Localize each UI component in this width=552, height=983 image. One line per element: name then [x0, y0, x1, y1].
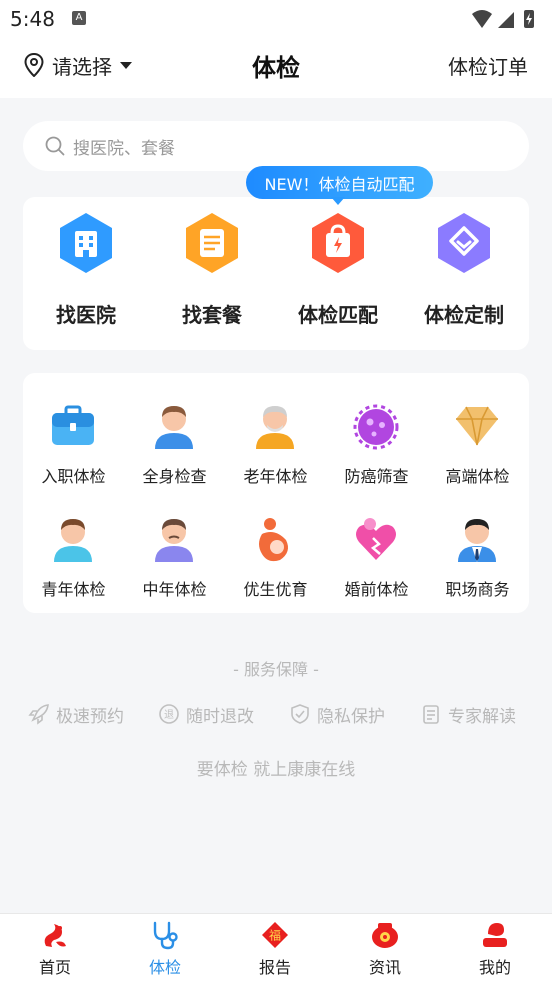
search-bar[interactable]: 搜医院、套餐 — [23, 121, 529, 171]
svg-text:福: 福 — [269, 928, 281, 943]
feature-label: 找医院 — [56, 303, 116, 327]
feature-find-package[interactable]: 找套餐 — [149, 209, 275, 339]
fu-report-icon: 福 — [262, 922, 288, 948]
document-icon — [423, 705, 439, 724]
category-middle-age[interactable]: 中年体检 — [124, 494, 225, 599]
orders-link[interactable]: 体检订单 — [448, 51, 528, 80]
middle-age-avatar-icon — [155, 519, 193, 562]
bubble-pointer — [331, 197, 345, 205]
hospital-icon — [60, 213, 112, 273]
shield-icon — [291, 704, 309, 724]
service-label: 极速预约 — [56, 706, 124, 727]
category-grid: 入职体检 全身检查 老年体检 防癌筛查 高端体检 青年体检 中年体检 优生优育 … — [23, 373, 529, 613]
service-label: 随时退改 — [186, 706, 254, 727]
service-item: 退 随时退改 — [158, 700, 254, 728]
category-maternity[interactable]: 优生优育 — [225, 494, 326, 599]
tab-checkup[interactable]: 体检 — [110, 914, 220, 983]
service-item: 隐私保护 — [289, 700, 385, 728]
feature-label: 找套餐 — [182, 303, 242, 327]
app-header: 请选择 体检 体检订单 — [0, 38, 552, 98]
stethoscope-icon — [153, 921, 178, 950]
category-label: 中年体检 — [142, 580, 207, 599]
tab-home[interactable]: 首页 — [0, 914, 110, 983]
youth-avatar-icon — [54, 519, 92, 562]
tab-label: 我的 — [478, 958, 511, 977]
match-icon — [312, 213, 364, 273]
feature-card: 找医院 找套餐 体检匹配 体检定制 — [23, 197, 529, 350]
service-guarantee-title: - 服务保障 - — [233, 660, 319, 679]
service-label: 专家解读 — [448, 706, 516, 727]
adult-avatar-icon — [155, 406, 193, 449]
category-business[interactable]: 职场商务 — [427, 494, 528, 599]
tab-label: 资讯 — [368, 958, 401, 977]
status-icons — [472, 10, 534, 28]
package-icon — [186, 213, 238, 273]
feature-checkup-match[interactable]: 体检匹配 — [275, 209, 401, 339]
home-logo-icon — [44, 924, 66, 947]
slogan: 要体检 就上康康在线 — [196, 760, 356, 780]
feature-label: 体检匹配 — [298, 303, 378, 327]
tab-label: 报告 — [258, 958, 291, 977]
signal-icon — [498, 12, 514, 28]
rocket-icon — [28, 704, 49, 725]
status-time: 5:48 — [10, 7, 55, 31]
category-label: 全身检查 — [142, 467, 207, 486]
category-label: 防癌筛查 — [344, 467, 409, 486]
category-full-body[interactable]: 全身检查 — [124, 381, 225, 486]
new-feature-bubble[interactable]: NEW！体检自动匹配 — [246, 166, 433, 199]
business-avatar-icon — [458, 519, 496, 562]
service-item: 极速预约 — [28, 700, 124, 728]
category-onboarding[interactable]: 入职体检 — [23, 381, 124, 486]
diamond-icon — [456, 406, 498, 446]
category-elderly[interactable]: 老年体检 — [225, 381, 326, 486]
category-premium[interactable]: 高端体检 — [427, 381, 528, 486]
service-label: 隐私保护 — [317, 706, 385, 727]
feature-find-hospital[interactable]: 找医院 — [23, 209, 149, 339]
tab-report[interactable]: 福 报告 — [220, 914, 330, 983]
wifi-icon — [472, 10, 492, 28]
briefcase-icon — [52, 405, 94, 445]
maternity-icon — [259, 518, 288, 562]
news-icon — [372, 923, 398, 948]
category-label: 婚前体检 — [344, 580, 409, 599]
bottom-tab-bar: 首页 体检 福 报告 资讯 我的 — [0, 913, 552, 983]
tab-label: 体检 — [148, 958, 181, 977]
category-label: 老年体检 — [243, 467, 308, 486]
category-youth[interactable]: 青年体检 — [23, 494, 124, 599]
refund-icon: 退 — [159, 704, 179, 724]
feature-label: 体检定制 — [424, 303, 504, 327]
service-guarantee-list: 极速预约 退 随时退改 隐私保护 专家解读 — [0, 700, 552, 728]
category-label: 青年体检 — [41, 580, 106, 599]
category-premarital[interactable]: 婚前体检 — [326, 494, 427, 599]
tab-label: 首页 — [38, 958, 71, 977]
profile-icon — [483, 923, 507, 947]
category-label: 职场商务 — [445, 580, 510, 599]
service-item: 专家解读 — [420, 700, 516, 728]
category-label: 入职体检 — [41, 467, 106, 486]
custom-icon — [438, 213, 490, 273]
tab-news[interactable]: 资讯 — [330, 914, 440, 983]
svg-text:退: 退 — [164, 709, 174, 721]
search-placeholder: 搜医院、套餐 — [73, 138, 175, 159]
category-cancer-screening[interactable]: 防癌筛查 — [326, 381, 427, 486]
cell-icon — [353, 404, 399, 450]
notification-badge: A — [72, 11, 86, 25]
search-icon — [45, 136, 65, 156]
elder-avatar-icon — [256, 406, 294, 449]
couple-heart-icon — [356, 518, 396, 560]
category-label: 高端体检 — [445, 467, 510, 486]
category-label: 优生优育 — [243, 580, 308, 599]
status-bar: 5:48 A — [0, 0, 552, 38]
feature-custom-checkup[interactable]: 体检定制 — [401, 209, 527, 339]
tab-profile[interactable]: 我的 — [440, 914, 550, 983]
